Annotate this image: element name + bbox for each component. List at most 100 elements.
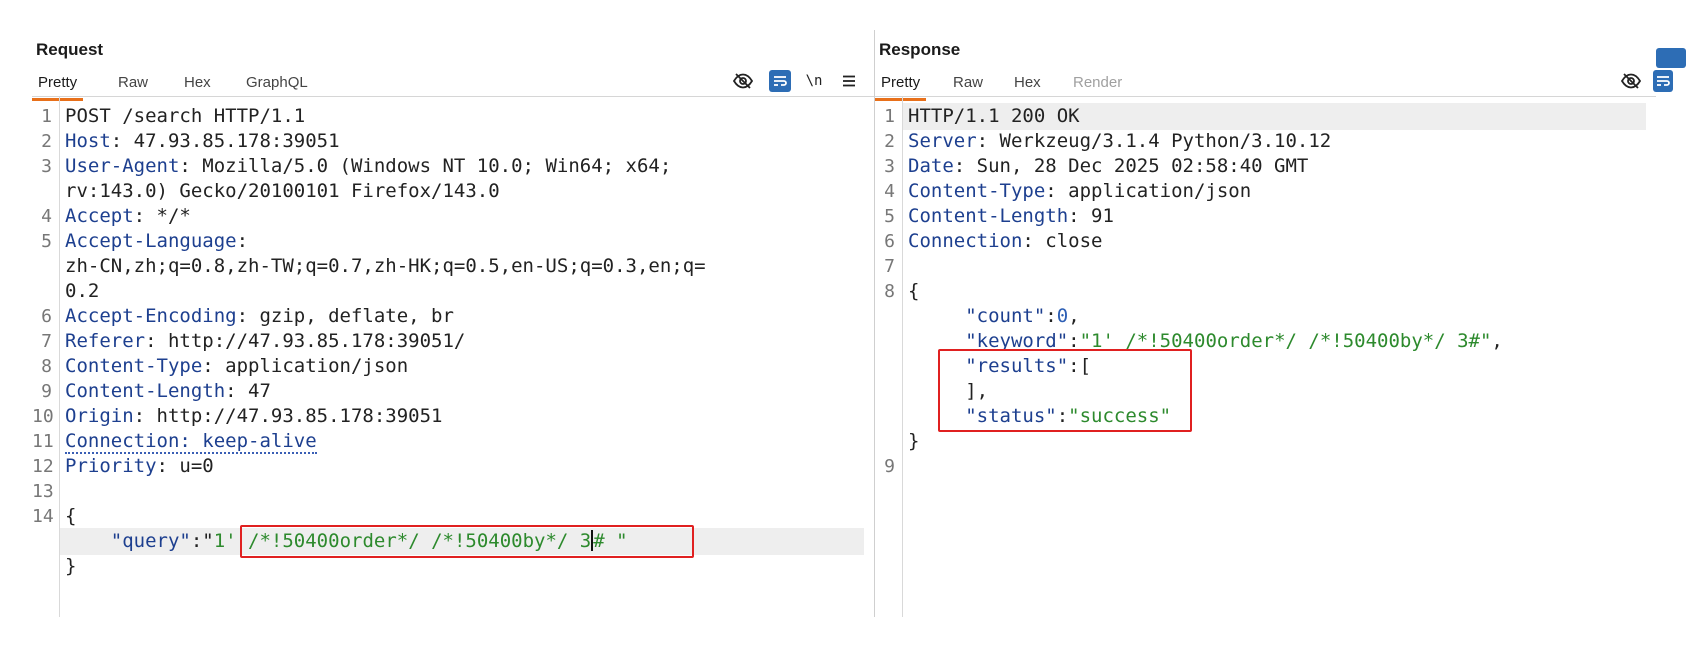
line-content: zh-CN,zh;q=0.8,zh-TW;q=0.7,zh-HK;q=0.5,e… [65,253,706,280]
line-content: Date: Sun, 28 Dec 2025 02:58:40 GMT [908,153,1308,180]
code-line: 1 POST /search HTTP/1.1 [32,103,874,130]
header-name: Accept-Language [65,230,237,252]
newline-toggle[interactable]: \n [803,70,825,92]
code-line: 1 HTTP/1.1 200 OK [875,103,1656,130]
code-text: 0.2 [65,280,100,302]
code-line: 9 Content-Length: 47 [32,378,874,405]
code-text: : 91 [1068,205,1114,227]
code-text: , [1491,330,1503,352]
json-number-value: 0 [1056,305,1069,327]
json-key: "status" [908,405,1057,427]
code-text: , [1068,305,1080,327]
code-line: rv:143.0) Gecko/20100101 Firefox/143.0 [32,178,874,205]
code-text: : u=0 [156,455,214,477]
line-content: } [908,428,919,455]
line-number: 9 [41,381,52,402]
code-text: { [65,505,77,527]
json-string-value: # [591,530,605,552]
line-content: Priority: u=0 [65,453,214,480]
json-key: "results" [908,355,1069,377]
tab-pretty[interactable]: Pretty [31,74,84,101]
line-number: 5 [41,231,52,252]
eye-slash-icon[interactable] [732,70,754,92]
line-number: 7 [41,331,52,352]
line-number: 4 [884,181,895,202]
text-cursor [591,530,594,551]
line-content: Host: 47.93.85.178:39051 [65,128,340,155]
header-name: Accept-Encoding [65,305,237,327]
code-text: : [1068,330,1080,352]
panel-toggle-badge[interactable] [1656,48,1686,68]
code-line: 5 Content-Length: 91 [875,203,1656,230]
code-text: POST /search HTTP/1.1 [65,105,306,127]
line-content: 0.2 [65,278,99,305]
line-content: "keyword":"1' /*!50400order*/ /*!50400by… [908,328,1503,355]
line-content: Connection: keep-alive [65,428,317,455]
tab-render[interactable]: Render [1073,74,1122,91]
request-tabs: Pretty Raw Hex GraphQL \n [31,66,874,101]
line-number: 3 [41,156,52,177]
code-line: 11 Connection: keep-alive [32,428,874,455]
code-text: : 47.93.85.178:39051 [110,130,340,152]
code-text: :" [190,530,214,552]
code-line: "status":"success" [875,403,1656,430]
tab-hex[interactable]: Hex [1014,74,1041,91]
eye-slash-icon[interactable] [1620,70,1642,92]
json-string-value: "success" [1068,405,1172,427]
wrap-lines-icon[interactable] [1653,70,1673,92]
response-editor[interactable]: 1 HTTP/1.1 200 OK 2 Server: Werkzeug/3.1.4 … [875,97,1656,617]
code-text: :[ [1068,355,1092,377]
code-line: 4 Content-Type: application/json [875,178,1656,205]
tab-hex[interactable]: Hex [184,74,211,91]
line-number: 1 [884,106,895,127]
line-number: 2 [41,131,52,152]
request-panel: Request Pretty Raw Hex GraphQL \n 1 POST … [31,30,875,617]
code-text: : [236,230,249,252]
code-text: : [1045,305,1057,327]
header-name: Content-Type [65,355,203,377]
line-content: Content-Length: 47 [65,378,271,405]
line-number: 6 [41,306,52,327]
tab-raw[interactable]: Raw [953,74,983,91]
line-number: 11 [32,431,54,452]
tab-raw[interactable]: Raw [118,74,148,91]
header-name: Priority [65,455,157,477]
response-tabs: Pretty Raw Hex Render [874,66,1673,101]
line-content: "results":[ [908,353,1091,380]
line-number: 4 [41,206,52,227]
header-name: Content-Type [908,180,1046,202]
line-number: 10 [32,406,54,427]
header-name: Accept [65,205,134,227]
code-line: 7 [875,253,1656,280]
code-line: 8 Content-Type: application/json [32,353,874,380]
line-content: Content-Type: application/json [908,178,1251,205]
code-text: HTTP/1.1 200 OK [908,105,1080,127]
header-name: User-Agent [65,155,180,177]
menu-icon[interactable] [838,70,860,92]
line-number: 1 [41,106,52,127]
json-key: "keyword" [908,330,1069,352]
code-text: : Werkzeug/3.1.4 Python/3.10.12 [976,130,1332,152]
json-key: "query" [65,530,191,552]
code-line: 0.2 [32,278,874,305]
code-line: zh-CN,zh;q=0.8,zh-TW;q=0.7,zh-HK;q=0.5,e… [32,253,874,280]
line-number: 9 [884,456,895,477]
header-name: Origin [65,405,134,427]
json-key: "count" [908,305,1046,327]
tab-pretty[interactable]: Pretty [874,74,927,101]
request-editor[interactable]: 1 POST /search HTTP/1.1 2 Host: 47.93.85.17… [32,97,874,617]
tab-graphql[interactable]: GraphQL [246,74,308,91]
line-content: Accept-Encoding: gzip, deflate, br [65,303,454,330]
code-text: : http://47.93.85.178:39051 [133,405,443,427]
code-text: : 47 [225,380,271,402]
line-content: rv:143.0) Gecko/20100101 Firefox/143.0 [65,178,500,205]
line-content: Server: Werkzeug/3.1.4 Python/3.10.12 [908,128,1331,155]
wrap-lines-icon[interactable] [769,70,791,92]
line-content: "status":"success" [908,403,1171,430]
line-number: 6 [884,231,895,252]
line-content: Connection: close [908,228,1102,255]
line-number: 7 [884,256,895,277]
code-text: zh-CN,zh;q=0.8,zh-TW;q=0.7,zh-HK;q=0.5,e… [65,255,706,277]
code-text: : close [1022,230,1103,252]
line-number: 3 [884,156,895,177]
